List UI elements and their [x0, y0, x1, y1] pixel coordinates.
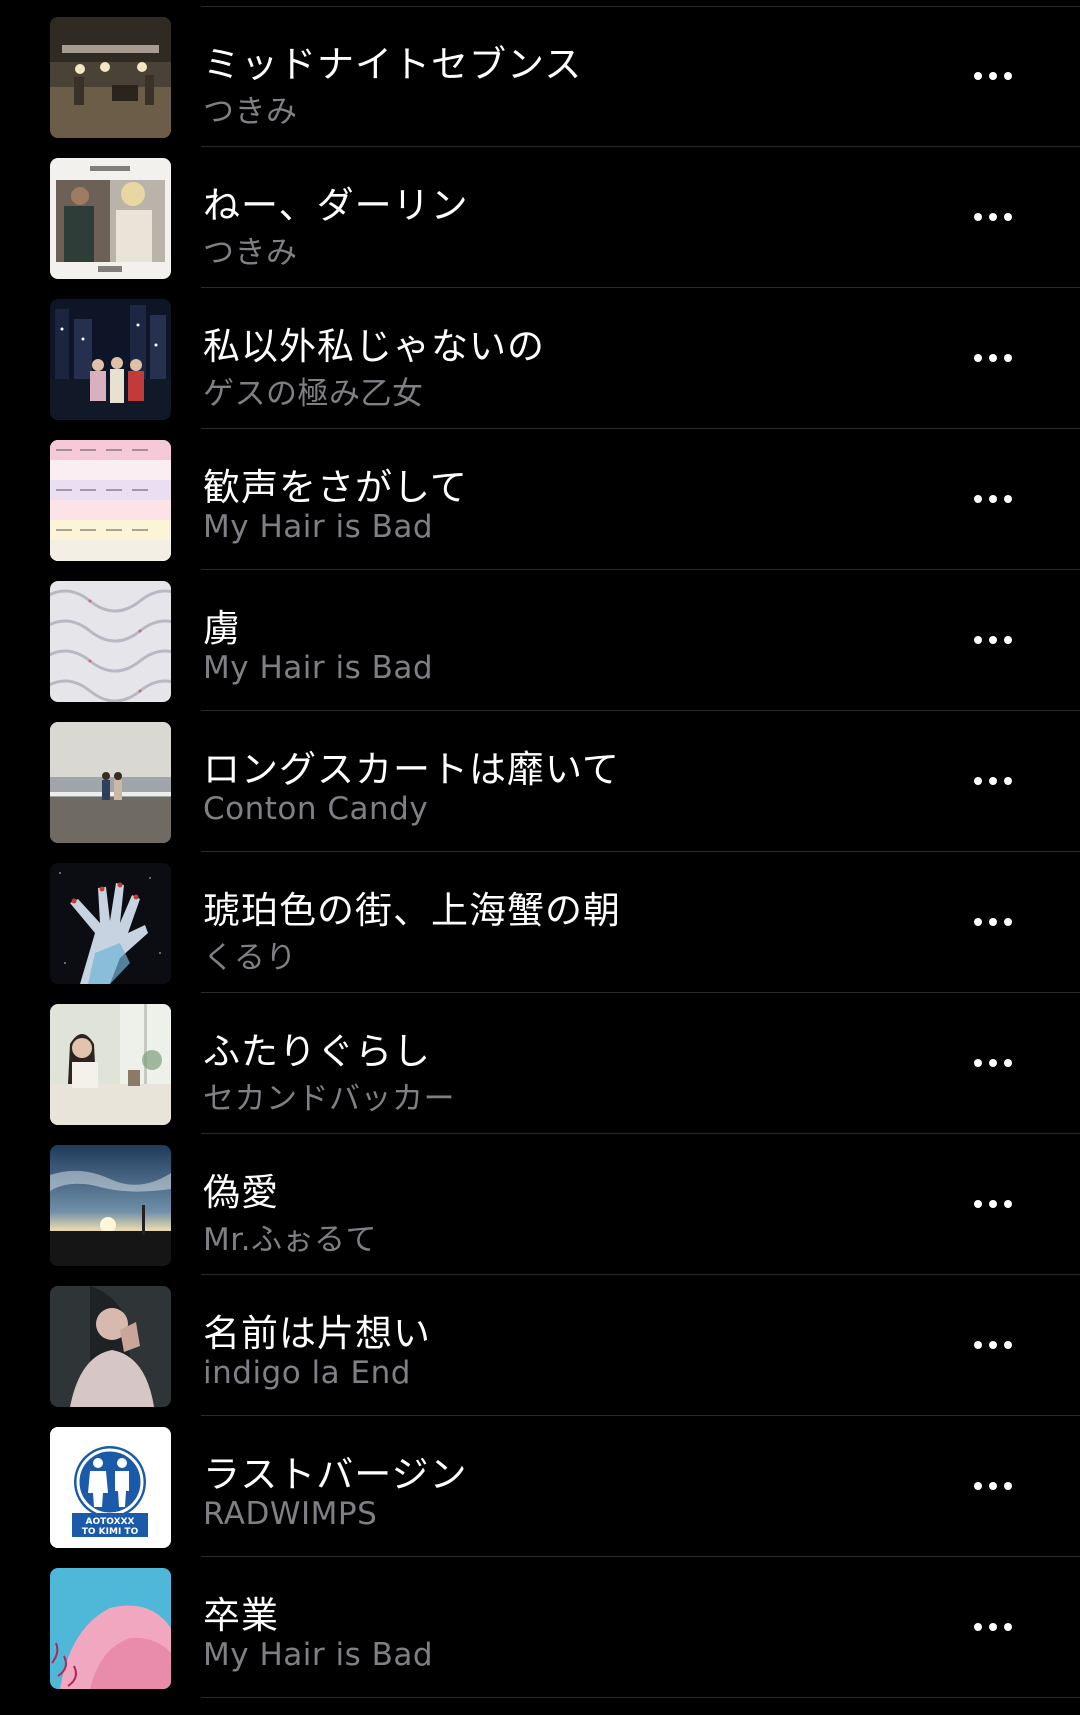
song-artist: My Hair is Bad — [203, 509, 434, 545]
more-icon[interactable] — [968, 628, 1018, 652]
song-row-8[interactable]: 偽愛 Mr.ふぉるて — [0, 1134, 1080, 1275]
song-title: ねー、ダーリン — [203, 184, 469, 227]
song-row-7[interactable]: ふたりぐらし セカンドバッカー — [0, 993, 1080, 1134]
album-art — [50, 1004, 171, 1125]
album-art — [50, 1286, 171, 1407]
song-artist: つきみ — [203, 235, 298, 271]
song-artist: ゲスの極み乙女 — [203, 376, 424, 412]
row-divider — [201, 1697, 1080, 1698]
song-title: 偽愛 — [203, 1171, 279, 1214]
more-icon[interactable] — [968, 64, 1018, 88]
album-art: AOTOXXX TO KIMI TO — [50, 1427, 171, 1548]
more-icon[interactable] — [968, 1333, 1018, 1357]
art-text-line-1: AOTOXXX — [86, 1517, 135, 1527]
song-title: ラストバージン — [203, 1453, 468, 1496]
album-art — [50, 440, 171, 561]
more-icon[interactable] — [968, 1192, 1018, 1216]
song-title: ふたりぐらし — [203, 1030, 431, 1073]
album-art — [50, 17, 171, 138]
song-title: 名前は片想い — [203, 1312, 431, 1355]
song-title: ロングスカートは靡いて — [203, 748, 620, 791]
song-artist: セカンドバッカー — [203, 1081, 455, 1117]
song-row-9[interactable]: 名前は片想い indigo la End — [0, 1275, 1080, 1416]
song-title: ミッドナイトセブンス — [203, 43, 583, 86]
album-art — [50, 158, 171, 279]
art-text-line-2: TO KIMI TO — [82, 1527, 139, 1537]
more-icon[interactable] — [968, 1615, 1018, 1639]
song-row-1[interactable]: ねー、ダーリン つきみ — [0, 147, 1080, 288]
song-row-3[interactable]: 歓声をさがして My Hair is Bad — [0, 429, 1080, 570]
song-artist: Mr.ふぉるて — [203, 1222, 377, 1258]
song-artist: つきみ — [203, 94, 298, 130]
song-row-2[interactable]: 私以外私じゃないの ゲスの極み乙女 — [0, 288, 1080, 429]
song-row-4[interactable]: 虜 My Hair is Bad — [0, 570, 1080, 711]
song-title: 卒業 — [203, 1594, 279, 1637]
song-row-6[interactable]: 琥珀色の街、上海蟹の朝 くるり — [0, 852, 1080, 993]
song-row-0[interactable]: ミッドナイトセブンス つきみ — [0, 6, 1080, 147]
song-artist: RADWIMPS — [203, 1496, 378, 1532]
more-icon[interactable] — [968, 346, 1018, 370]
more-icon[interactable] — [968, 1051, 1018, 1075]
album-art — [50, 863, 171, 984]
more-icon[interactable] — [968, 1474, 1018, 1498]
song-row-11[interactable]: 卒業 My Hair is Bad — [0, 1557, 1080, 1698]
song-title: 私以外私じゃないの — [203, 325, 545, 368]
song-artist: indigo la End — [203, 1355, 411, 1391]
album-art — [50, 299, 171, 420]
more-icon[interactable] — [968, 910, 1018, 934]
album-art — [50, 1145, 171, 1266]
song-artist: My Hair is Bad — [203, 1637, 434, 1673]
song-artist: My Hair is Bad — [203, 650, 434, 686]
album-art — [50, 581, 171, 702]
song-artist: Conton Candy — [203, 791, 429, 827]
more-icon[interactable] — [968, 769, 1018, 793]
song-title: 歓声をさがして — [203, 466, 468, 509]
album-art — [50, 1568, 171, 1689]
song-title: 琥珀色の街、上海蟹の朝 — [203, 889, 621, 932]
song-row-5[interactable]: ロングスカートは靡いて Conton Candy — [0, 711, 1080, 852]
song-title: 虜 — [203, 607, 241, 650]
more-icon[interactable] — [968, 487, 1018, 511]
song-artist: くるり — [203, 940, 297, 976]
more-icon[interactable] — [968, 205, 1018, 229]
album-art — [50, 722, 171, 843]
song-row-10[interactable]: AOTOXXX TO KIMI TO ラストバージン RADWIMPS — [0, 1416, 1080, 1557]
